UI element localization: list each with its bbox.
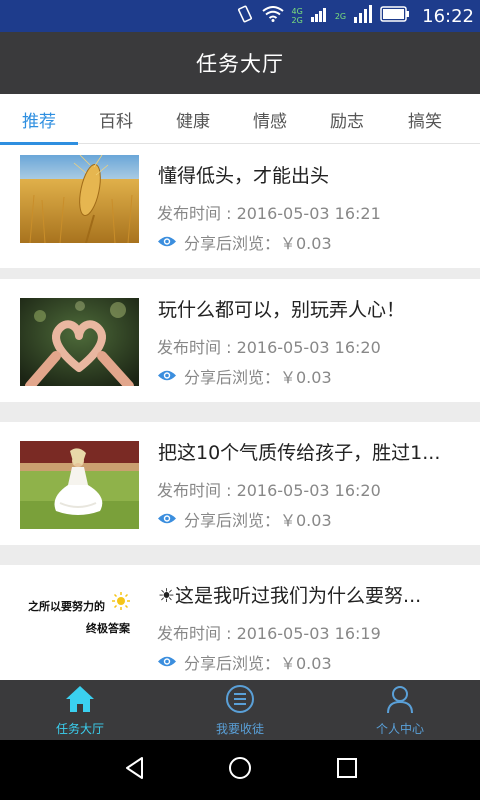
share-reward-text: 分享后浏览：￥0.03	[184, 654, 332, 673]
nav-recruit[interactable]: 我要收徒	[160, 680, 320, 740]
nav-label: 个人中心	[375, 721, 424, 736]
publish-time: 发布时间 : 2016-05-03 16:20	[157, 481, 381, 500]
article-title: ☀这是我听过我们为什么要努...	[158, 585, 422, 607]
text-image: 之所以要努力的 终极答案	[20, 584, 139, 672]
nav-label: 我要收徒	[215, 721, 264, 736]
heart-hands-photo	[20, 298, 139, 386]
eye-icon	[157, 233, 177, 252]
network-bottom-label: 2G	[291, 16, 303, 25]
wheat-photo	[20, 155, 139, 243]
wifi-icon	[261, 6, 284, 26]
vibrate-icon	[236, 5, 254, 27]
home-circle-icon	[227, 755, 253, 785]
status-time: 16:22	[422, 5, 474, 27]
home-icon	[64, 684, 96, 718]
share-reward-text: 分享后浏览：￥0.03	[184, 511, 332, 530]
publish-time: 发布时间 : 2016-05-03 16:19	[157, 624, 381, 643]
thumb-text-line1: 之所以要努力的	[28, 600, 105, 613]
tab-encyclopedia[interactable]: 百科	[77, 94, 155, 144]
eye-icon	[157, 367, 177, 386]
system-nav-bar	[0, 740, 480, 800]
share-reward-text: 分享后浏览：￥0.03	[184, 368, 332, 387]
article-list[interactable]: 懂得低头，才能出头 发布时间 : 2016-05-03 16:21 分享后浏览：…	[0, 145, 480, 680]
article-title: 玩什么都可以，别玩弄人心！	[158, 299, 406, 321]
page-title: 任务大厅	[196, 52, 284, 76]
article-title: 懂得低头，才能出头	[158, 165, 330, 187]
tab-label: 推荐	[22, 111, 56, 132]
signal-icon-2	[354, 5, 373, 27]
share-reward: 分享后浏览：￥0.03	[157, 230, 332, 254]
tab-label: 健康	[176, 111, 210, 132]
network-second-label: 2G	[334, 11, 347, 21]
tab-label: 情感	[253, 111, 287, 132]
publish-time: 发布时间 : 2016-05-03 16:20	[157, 338, 381, 357]
nav-profile[interactable]: 个人中心	[320, 680, 480, 740]
list-circle-icon	[224, 684, 256, 718]
tab-funny[interactable]: 搞笑	[386, 94, 464, 144]
tab-label: 百科	[99, 111, 133, 132]
app-header: 任务大厅	[0, 32, 480, 94]
eye-icon	[157, 510, 177, 529]
eye-icon	[157, 653, 177, 672]
tab-label: 励志	[330, 111, 364, 132]
network-top-label: 4G	[291, 7, 303, 16]
nav-label: 任务大厅	[55, 721, 104, 736]
back-triangle-icon	[122, 755, 148, 785]
home-button[interactable]	[205, 740, 275, 800]
girl-in-white-dress-photo	[20, 441, 139, 529]
share-reward: 分享后浏览：￥0.03	[157, 650, 332, 674]
network-type-2: 2G	[335, 12, 346, 21]
network-type: 4G 2G	[292, 7, 303, 25]
article-card[interactable]: 懂得低头，才能出头 发布时间 : 2016-05-03 16:21 分享后浏览：…	[0, 145, 480, 268]
tab-inspiration[interactable]: 励志	[308, 94, 386, 144]
thumb-text-line2: 终极答案	[86, 622, 130, 635]
tab-label: 搞笑	[408, 111, 442, 132]
share-reward: 分享后浏览：￥0.03	[157, 507, 332, 531]
tab-recommended[interactable]: 推荐	[0, 94, 78, 145]
status-icons: 4G 2G 2G 16:22	[236, 0, 474, 32]
status-bar: 4G 2G 2G 16:22	[0, 0, 480, 32]
article-card[interactable]: 把这10个气质传给孩子，胜过1... 发布时间 : 2016-05-03 16:…	[0, 422, 480, 545]
user-icon	[384, 684, 416, 718]
tab-health[interactable]: 健康	[154, 94, 232, 144]
battery-icon	[380, 6, 410, 26]
article-card[interactable]: 之所以要努力的 终极答案 ☀这是我听过我们为什么要努... 发布时间 : 201…	[0, 565, 480, 680]
recents-button[interactable]	[312, 740, 382, 800]
tab-emotion[interactable]: 情感	[231, 94, 309, 144]
sun-icon	[112, 592, 130, 614]
bottom-nav: 任务大厅 我要收徒 个人中心	[0, 680, 480, 740]
article-title: 把这10个气质传给孩子，胜过1...	[158, 442, 441, 464]
nav-task-hall[interactable]: 任务大厅	[0, 680, 160, 740]
signal-icon	[310, 6, 327, 26]
category-tabs: 推荐 百科 健康 情感 励志 搞笑	[0, 94, 480, 145]
share-reward: 分享后浏览：￥0.03	[157, 364, 332, 388]
recents-square-icon	[334, 755, 360, 785]
publish-time: 发布时间 : 2016-05-03 16:21	[157, 204, 381, 223]
share-reward-text: 分享后浏览：￥0.03	[184, 234, 332, 253]
back-button[interactable]	[100, 740, 170, 800]
article-card[interactable]: 玩什么都可以，别玩弄人心！ 发布时间 : 2016-05-03 16:20 分享…	[0, 279, 480, 402]
